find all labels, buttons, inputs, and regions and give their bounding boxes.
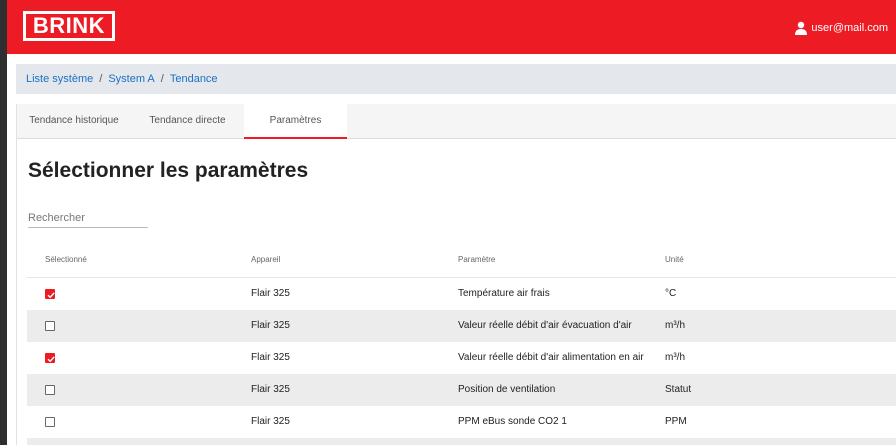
tab-live-trend[interactable]: Tendance directe xyxy=(131,104,244,139)
window-left-edge xyxy=(0,0,7,445)
breadcrumb-tendance[interactable]: Tendance xyxy=(170,73,218,85)
device-cell: Flair 325 xyxy=(251,352,290,363)
user-menu[interactable]: user@mail.com xyxy=(794,20,888,36)
unit-cell: Statut xyxy=(665,384,692,395)
checkmark-icon xyxy=(47,356,55,363)
table-row[interactable]: Flair 325 Position de ventilation Statut xyxy=(27,374,896,406)
table-row[interactable]: Flair 325 Température air frais °C xyxy=(27,278,896,310)
row-checkbox[interactable] xyxy=(45,385,55,395)
device-cell: Flair 325 xyxy=(251,288,290,299)
app-header: BRINK user@mail.com xyxy=(7,0,896,54)
table-row[interactable]: Flair 325 Valeur réelle débit d'air évac… xyxy=(27,310,896,342)
parameter-cell: Température air frais xyxy=(458,288,550,299)
parameter-cell: PPM eBus sonde CO2 1 xyxy=(458,416,567,427)
user-icon xyxy=(795,21,808,35)
logo-text: BRINK xyxy=(32,13,106,38)
tab-historical-trend[interactable]: Tendance historique xyxy=(17,104,131,139)
table-row-partial xyxy=(27,438,896,445)
tab-parameters[interactable]: Paramètres xyxy=(244,104,347,139)
device-cell: Flair 325 xyxy=(251,320,290,331)
parameter-cell: Position de ventilation xyxy=(458,384,556,395)
row-checkbox[interactable] xyxy=(45,321,55,331)
unit-cell: °C xyxy=(665,288,677,299)
breadcrumb-separator: / xyxy=(99,73,103,85)
device-cell: Flair 325 xyxy=(251,384,290,395)
parameter-cell: Valeur réelle débit d'air évacuation d'a… xyxy=(458,320,632,331)
page-title: Sélectionner les paramètres xyxy=(28,159,309,182)
breadcrumb-separator: / xyxy=(160,73,164,85)
parameter-cell: Valeur réelle débit d'air alimentation e… xyxy=(458,352,644,363)
checkmark-icon xyxy=(47,292,55,299)
column-header-parameter[interactable]: Paramètre xyxy=(458,255,495,264)
table-row[interactable]: Flair 325 Valeur réelle débit d'air alim… xyxy=(27,342,896,374)
unit-cell: m³/h xyxy=(665,320,685,331)
tab-bar: Tendance historique Tendance directe Par… xyxy=(17,104,896,139)
breadcrumb-system-a[interactable]: System A xyxy=(108,73,154,85)
brink-logo[interactable]: BRINK xyxy=(23,11,115,41)
device-cell: Flair 325 xyxy=(251,416,290,427)
row-checkbox[interactable] xyxy=(45,289,55,299)
breadcrumb-system-list[interactable]: Liste système xyxy=(26,73,93,85)
column-header-selected[interactable]: Sélectionné xyxy=(45,255,87,264)
row-checkbox[interactable] xyxy=(45,353,55,363)
unit-cell: PPM xyxy=(665,416,687,427)
main-panel: Tendance historique Tendance directe Par… xyxy=(16,104,896,445)
column-header-device[interactable]: Appareil xyxy=(251,255,280,264)
unit-cell: m³/h xyxy=(665,352,685,363)
column-header-unit[interactable]: Unité xyxy=(665,255,684,264)
table-row[interactable]: Flair 325 PPM eBus sonde CO2 1 PPM xyxy=(27,406,896,438)
row-checkbox[interactable] xyxy=(45,417,55,427)
search-input[interactable] xyxy=(28,208,148,228)
user-email: user@mail.com xyxy=(811,22,888,34)
breadcrumb: Liste système / System A / Tendance xyxy=(16,64,896,94)
